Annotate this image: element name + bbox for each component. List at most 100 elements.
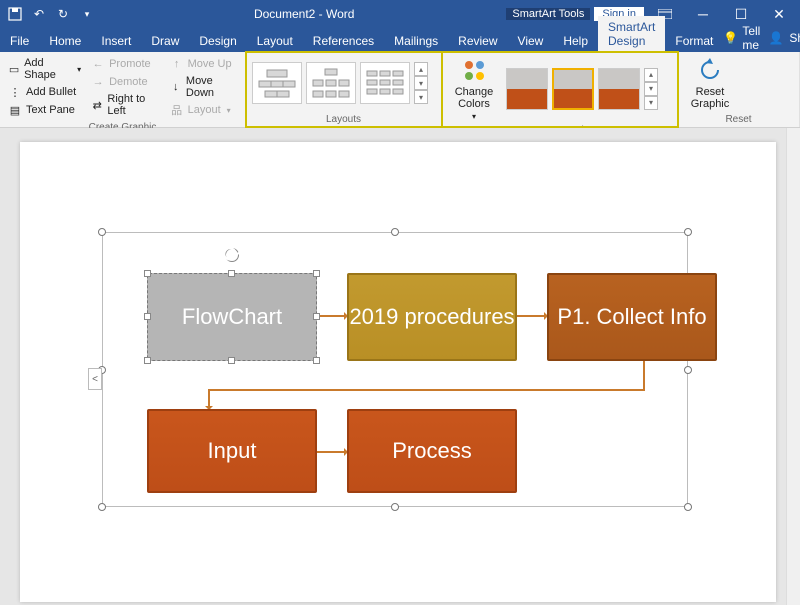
node-flowchart-selected[interactable]: FlowChart ⟳	[147, 273, 317, 361]
shape-handle[interactable]	[144, 270, 151, 277]
gallery-expand-icon[interactable]: ▾	[414, 90, 428, 104]
qat-customize-icon[interactable]: ▾	[78, 5, 96, 23]
chevron-down-icon[interactable]: ▾	[414, 76, 428, 90]
smartart-frame[interactable]: < FlowChart ⟳ 2019 p	[102, 232, 688, 507]
tab-smartart-design[interactable]: SmartArt Design	[598, 16, 665, 52]
gallery-expand-icon[interactable]: ▾	[644, 96, 658, 110]
minimize-icon[interactable]: ─	[686, 5, 720, 23]
arrow-down-icon: ↓	[170, 80, 182, 94]
resize-handle[interactable]	[391, 503, 399, 511]
node-input[interactable]: Input	[147, 409, 317, 493]
connector	[208, 389, 645, 391]
tab-design[interactable]: Design	[189, 30, 246, 52]
arrow-right-icon: →	[91, 75, 105, 89]
chevron-down-icon[interactable]: ▾	[644, 82, 658, 96]
share-label: Share	[789, 31, 800, 45]
tab-layout[interactable]: Layout	[247, 30, 303, 52]
arrow-up-icon: ↑	[170, 57, 184, 71]
tab-view[interactable]: View	[508, 30, 554, 52]
group-reset: Reset Graphic Reset	[678, 52, 800, 127]
rotate-handle[interactable]: ⟳	[225, 248, 239, 262]
move-down-button[interactable]: ↓Move Down	[168, 74, 239, 100]
close-icon[interactable]: ✕	[762, 5, 796, 23]
node-process[interactable]: Process	[347, 409, 517, 493]
connector	[317, 315, 347, 317]
styles-gallery-scroll[interactable]: ▴▾▾	[644, 68, 658, 110]
shape-handle[interactable]	[228, 270, 235, 277]
tab-insert[interactable]: Insert	[91, 30, 141, 52]
text-pane-icon: ▤	[8, 103, 22, 117]
chevron-up-icon[interactable]: ▴	[414, 62, 428, 76]
add-bullet-icon: ⋮	[8, 85, 22, 99]
move-up-button[interactable]: ↑Move Up	[168, 56, 239, 72]
document-title: Document2 - Word	[102, 7, 506, 21]
node-collect-info[interactable]: P1. Collect Info	[547, 273, 717, 361]
ribbon: ▭Add Shape▾ ⋮Add Bullet ▤Text Pane ←Prom…	[0, 52, 800, 128]
demote-button[interactable]: →Demote	[89, 74, 162, 90]
node-label: Input	[208, 438, 257, 464]
node-label: P1. Collect Info	[557, 304, 706, 330]
style-option-2[interactable]	[552, 68, 594, 110]
chevron-up-icon[interactable]: ▴	[644, 68, 658, 82]
add-bullet-button[interactable]: ⋮Add Bullet	[6, 84, 83, 100]
resize-handle[interactable]	[98, 228, 106, 236]
undo-icon[interactable]: ↶	[30, 5, 48, 23]
vertical-scrollbar[interactable]	[786, 128, 800, 605]
layouts-gallery-scroll[interactable]: ▴▾▾	[414, 62, 428, 104]
rotate-icon: ⟳	[223, 242, 241, 268]
promote-button[interactable]: ←Promote	[89, 56, 162, 72]
group-create-graphic: ▭Add Shape▾ ⋮Add Bullet ▤Text Pane ←Prom…	[0, 52, 246, 127]
reset-graphic-button[interactable]: Reset Graphic	[684, 56, 736, 110]
style-option-1[interactable]	[506, 68, 548, 110]
share-button[interactable]: 👤 Share	[767, 29, 800, 47]
node-label: 2019 procedures	[349, 304, 514, 330]
shape-handle[interactable]	[313, 270, 320, 277]
resize-handle[interactable]	[684, 228, 692, 236]
quick-access-toolbar: ↶ ↻ ▾	[0, 5, 102, 23]
shape-handle[interactable]	[228, 357, 235, 364]
page[interactable]: < FlowChart ⟳ 2019 p	[20, 142, 776, 602]
lightbulb-icon: 💡	[723, 29, 738, 47]
change-colors-button[interactable]: Change Colors▾	[448, 56, 500, 121]
save-icon[interactable]	[6, 5, 24, 23]
group-layouts: ▴▾▾ Layouts	[246, 52, 442, 127]
group-label-reset: Reset	[678, 114, 799, 127]
resize-handle[interactable]	[684, 366, 692, 374]
shape-handle[interactable]	[144, 357, 151, 364]
shape-handle[interactable]	[313, 313, 320, 320]
layout-option-2[interactable]	[306, 62, 356, 104]
tell-me-label: Tell me	[742, 24, 763, 52]
tab-home[interactable]: Home	[39, 30, 91, 52]
tab-mailings[interactable]: Mailings	[384, 30, 448, 52]
layout-icon: 品	[170, 103, 184, 117]
tab-references[interactable]: References	[303, 30, 384, 52]
resize-handle[interactable]	[391, 228, 399, 236]
layout-button[interactable]: 品Layout▾	[168, 102, 239, 118]
tab-help[interactable]: Help	[553, 30, 598, 52]
connector	[208, 389, 210, 409]
layout-option-1[interactable]	[252, 62, 302, 104]
maximize-icon[interactable]: ☐	[724, 5, 758, 23]
shape-handle[interactable]	[144, 313, 151, 320]
add-shape-icon: ▭	[8, 62, 20, 76]
reset-icon	[696, 56, 724, 84]
arrow-left-icon: ←	[91, 57, 105, 71]
tab-file[interactable]: File	[0, 30, 39, 52]
add-shape-button[interactable]: ▭Add Shape▾	[6, 56, 83, 82]
right-to-left-button[interactable]: ⇄Right to Left	[89, 92, 162, 118]
resize-handle[interactable]	[98, 503, 106, 511]
shape-handle[interactable]	[313, 357, 320, 364]
resize-handle[interactable]	[684, 503, 692, 511]
style-option-3[interactable]	[598, 68, 640, 110]
change-colors-icon	[460, 56, 488, 84]
redo-icon[interactable]: ↻	[54, 5, 72, 23]
text-pane-toggle[interactable]: <	[88, 368, 102, 390]
tab-draw[interactable]: Draw	[141, 30, 189, 52]
document-area: < FlowChart ⟳ 2019 p	[0, 128, 800, 605]
node-procedures[interactable]: 2019 procedures	[347, 273, 517, 361]
layout-option-3[interactable]	[360, 62, 410, 104]
tab-review[interactable]: Review	[448, 30, 507, 52]
text-pane-button[interactable]: ▤Text Pane	[6, 102, 83, 118]
tell-me-button[interactable]: 💡 Tell me	[723, 24, 763, 52]
tab-format[interactable]: Format	[665, 30, 723, 52]
